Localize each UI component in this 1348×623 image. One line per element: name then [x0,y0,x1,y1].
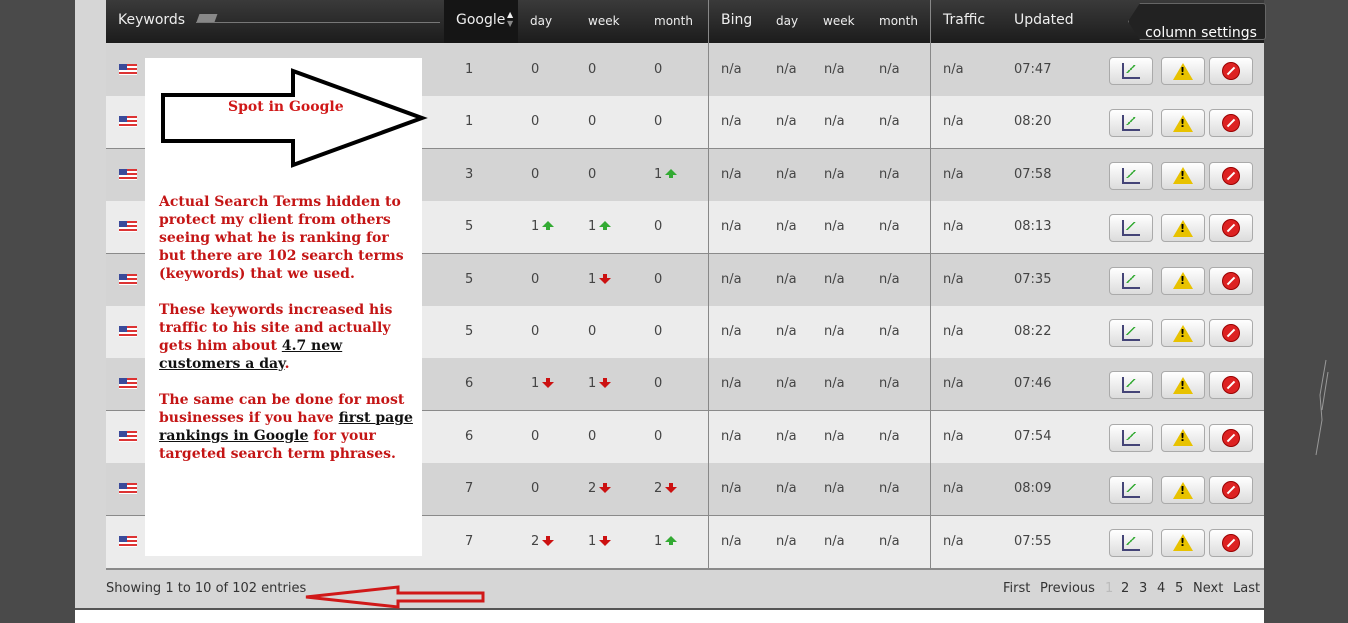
pager-page-1[interactable]: 1 [1105,581,1113,596]
note-para-2: These keywords increased his traffic to … [159,301,419,373]
entries-arrow [305,585,485,609]
spot-arrow [161,68,428,168]
annotation-note: Actual Search Terms hidden to protect my… [159,193,419,481]
pager-page-5[interactable]: 5 [1175,581,1183,596]
pager-last[interactable]: Last [1233,581,1260,596]
note-para-3: The same can be done for most businesses… [159,391,419,463]
pager-page-2[interactable]: 2 [1121,581,1129,596]
spot-label: Spot in Google [228,99,344,115]
note-para-1: Actual Search Terms hidden to protect my… [159,194,404,282]
pager-next[interactable]: Next [1193,581,1223,596]
note-para-2-end: . [284,356,290,372]
scribble-mark [1315,359,1329,456]
entries-info: Showing 1 to 10 of 102 entries [106,581,307,596]
pager-page-4[interactable]: 4 [1157,581,1165,596]
pager-previous[interactable]: Previous [1040,581,1095,596]
pager-page-3[interactable]: 3 [1139,581,1147,596]
pager-first[interactable]: First [1003,581,1030,596]
note-para-2-text: These keywords increased his traffic to … [159,302,393,354]
app-window: Keywords Google ▲ ▼ day week month Bing … [0,0,1348,623]
